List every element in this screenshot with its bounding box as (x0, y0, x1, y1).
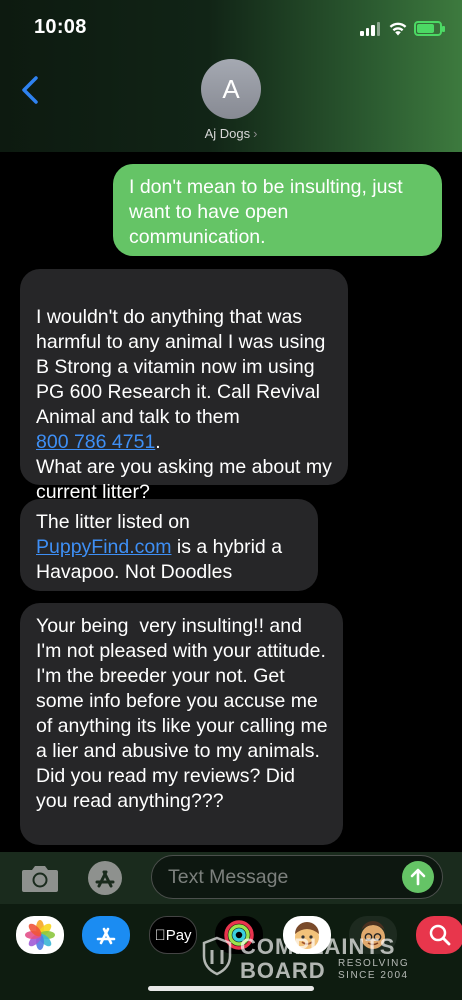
message-text: The litter listed on (36, 511, 190, 533)
message-bubble-received[interactable]: I wouldn't do anything that was harmful … (20, 269, 348, 503)
app-drawer-icon[interactable] (86, 860, 124, 896)
back-chevron-icon[interactable] (16, 72, 44, 108)
message-input[interactable] (168, 864, 388, 890)
message-text: I wouldn't do anything that was harmful … (36, 306, 326, 428)
message-bubble-received[interactable]: The litter listed on PuppyFind.com is a … (20, 499, 318, 591)
status-time: 10:08 (34, 16, 87, 38)
message-bubble-sent[interactable]: I don't mean to be insulting, just want … (113, 164, 442, 256)
watermark-line1: COMPLAINTS (240, 934, 396, 959)
message-text: I don't mean to be insulting, just want … (129, 176, 403, 248)
photos-icon (25, 920, 55, 950)
camera-icon[interactable] (20, 862, 60, 894)
contact-avatar[interactable]: A (201, 59, 261, 119)
apple-pay-icon: Pay (154, 926, 191, 944)
avatar-initial: A (222, 73, 240, 104)
message-bubble-received[interactable]: Your being very insulting!! and I'm not … (20, 603, 343, 845)
photos-app-icon[interactable] (16, 916, 64, 954)
app-store-app-icon[interactable] (82, 916, 130, 954)
search-web-icon (429, 924, 451, 946)
message-text: Your being very insulting!! and I'm not … (36, 615, 333, 812)
chevron-right-icon: › (253, 126, 258, 141)
web-search-app-icon[interactable] (416, 916, 462, 954)
home-indicator[interactable] (148, 986, 314, 991)
apple-pay-app-icon[interactable]: Pay (149, 916, 197, 954)
contact-name-button[interactable]: Aj Dogs › (0, 126, 462, 141)
wifi-icon (389, 22, 407, 36)
send-button[interactable] (402, 861, 434, 893)
arrow-up-icon (410, 868, 426, 886)
message-input-field[interactable] (151, 855, 443, 899)
watermark-tag2: SINCE 2004 (338, 970, 409, 981)
shield-icon (202, 936, 232, 976)
phone-number-link[interactable]: 800 786 4751 (36, 431, 155, 453)
watermark-line2: BOARD (240, 958, 326, 983)
battery-charging-icon (414, 21, 445, 36)
complaints-board-watermark: COMPLAINTS BOARD RESOLVING SINCE 2004 (202, 934, 418, 984)
cellular-signal-icon (360, 22, 380, 36)
status-bar: 10:08 (0, 0, 462, 56)
website-link[interactable]: PuppyFind.com (36, 536, 171, 558)
contact-name: Aj Dogs (204, 126, 251, 141)
watermark-tag1: RESOLVING (338, 958, 410, 969)
app-store-icon (96, 927, 116, 945)
